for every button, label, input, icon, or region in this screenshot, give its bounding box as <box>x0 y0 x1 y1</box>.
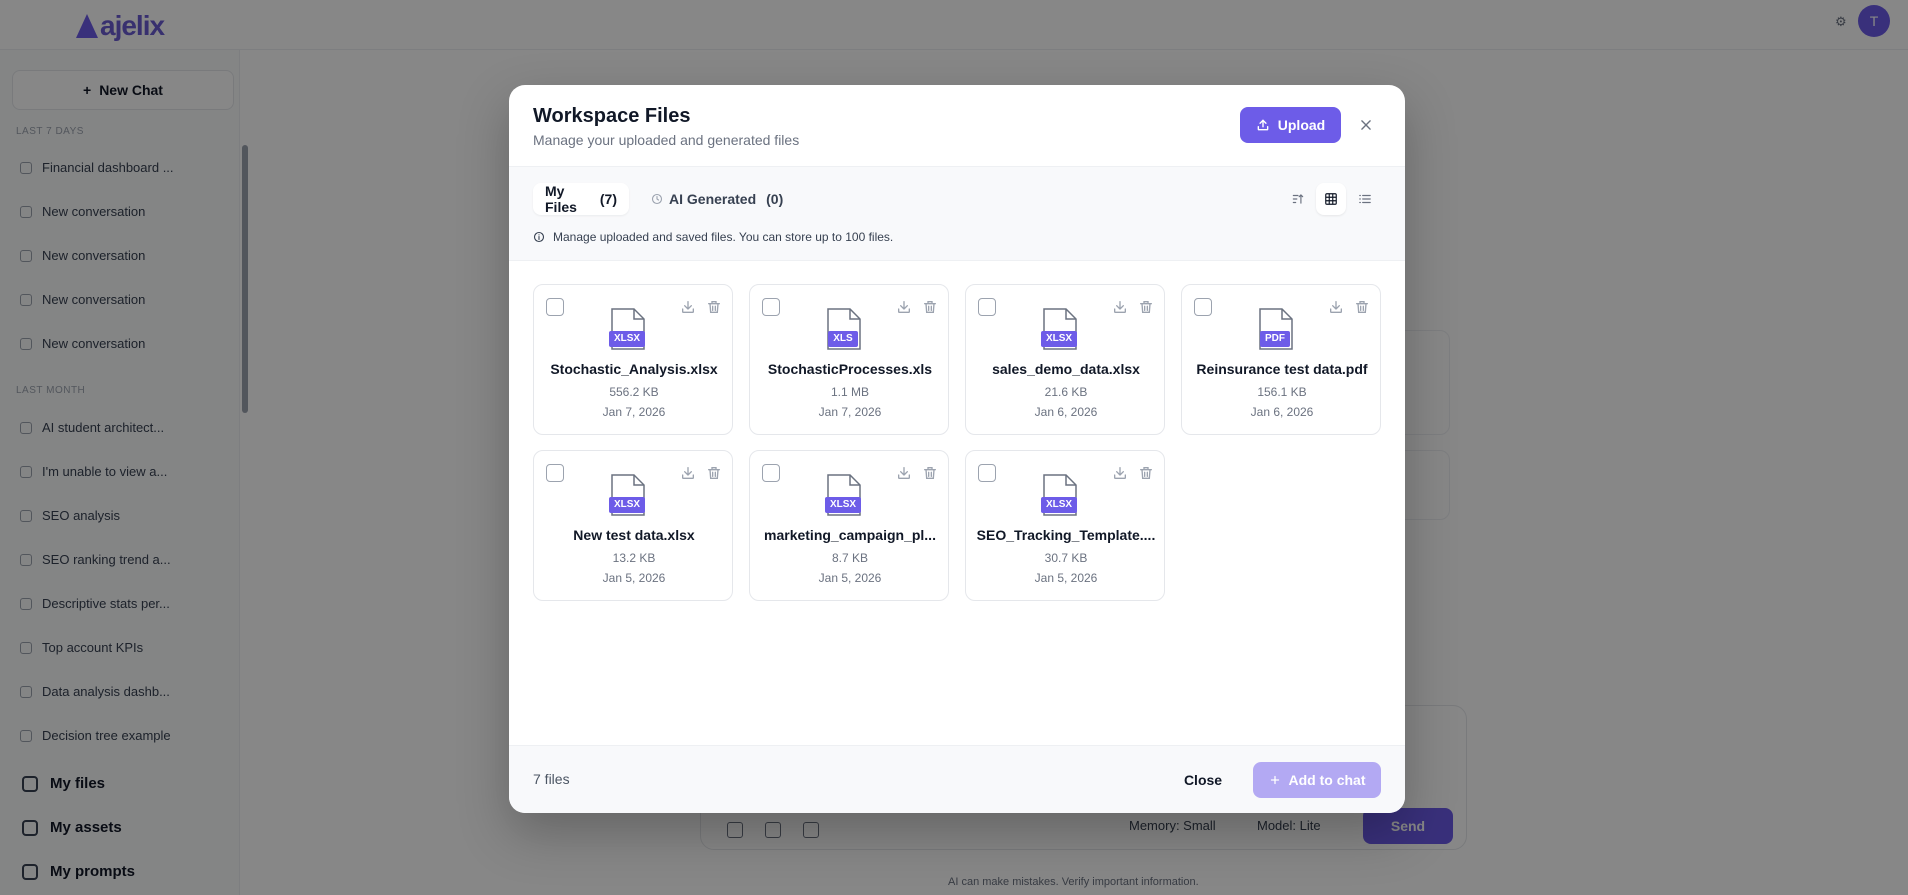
file-type-badge: XLSX <box>609 331 645 347</box>
close-button[interactable]: Close <box>1174 762 1232 798</box>
file-card[interactable]: PDF Reinsurance test data.pdf 156.1 KB J… <box>1181 284 1381 435</box>
file-name: SEO_Tracking_Template.... <box>976 527 1156 543</box>
file-type-badge: XLSX <box>825 497 861 513</box>
modal-header: Workspace Files Manage your uploaded and… <box>509 85 1405 167</box>
file-checkbox[interactable] <box>1194 298 1212 316</box>
download-icon[interactable] <box>896 299 912 315</box>
file-type-badge: PDF <box>1260 331 1290 347</box>
download-icon[interactable] <box>1112 465 1128 481</box>
download-icon[interactable] <box>896 465 912 481</box>
file-name: Reinsurance test data.pdf <box>1196 361 1368 377</box>
file-card[interactable]: XLS StochasticProcesses.xls 1.1 MB Jan 7… <box>749 284 949 435</box>
add-to-chat-button[interactable]: Add to chat <box>1253 762 1381 798</box>
file-checkbox[interactable] <box>762 298 780 316</box>
trash-icon[interactable] <box>1138 299 1154 315</box>
file-card[interactable]: XLSX sales_demo_data.xlsx 21.6 KB Jan 6,… <box>965 284 1165 435</box>
file-size: 30.7 KB <box>1044 551 1088 565</box>
file-date: Jan 5, 2026 <box>818 571 882 585</box>
file-name: StochasticProcesses.xls <box>767 361 933 377</box>
download-icon[interactable] <box>680 299 696 315</box>
file-size: 13.2 KB <box>612 551 656 565</box>
modal-subtitle: Manage your uploaded and generated files <box>533 132 800 148</box>
file-name: sales_demo_data.xlsx <box>992 361 1140 377</box>
modal-title: Workspace Files <box>533 105 691 127</box>
tab-ai-generated[interactable]: AI Generated (0) <box>639 183 795 215</box>
file-checkbox[interactable] <box>978 464 996 482</box>
file-card[interactable]: XLSX New test data.xlsx 13.2 KB Jan 5, 2… <box>533 450 733 601</box>
download-icon[interactable] <box>1328 299 1344 315</box>
upload-icon <box>1257 119 1269 131</box>
file-size: 556.2 KB <box>609 385 659 399</box>
file-size: 8.7 KB <box>831 551 869 565</box>
info-banner: Manage uploaded and saved files. You can… <box>533 230 893 244</box>
file-grid: XLSX Stochastic_Analysis.xlsx 556.2 KB J… <box>533 284 1381 604</box>
download-icon[interactable] <box>1112 299 1128 315</box>
plus-icon <box>1270 775 1279 785</box>
trash-icon[interactable] <box>706 465 722 481</box>
file-date: Jan 7, 2026 <box>818 405 882 419</box>
file-type-badge: XLSX <box>609 497 645 513</box>
workspace-files-modal: Workspace Files Manage your uploaded and… <box>509 85 1405 813</box>
file-checkbox[interactable] <box>546 464 564 482</box>
list-view-button[interactable] <box>1350 183 1380 215</box>
file-size: 156.1 KB <box>1257 385 1307 399</box>
list-icon <box>1359 194 1371 204</box>
trash-icon[interactable] <box>922 299 938 315</box>
file-type-badge: XLS <box>828 331 858 347</box>
file-size: 21.6 KB <box>1044 385 1088 399</box>
tab-my-files[interactable]: My Files (7) <box>533 183 629 215</box>
file-card[interactable]: XLSX Stochastic_Analysis.xlsx 556.2 KB J… <box>533 284 733 435</box>
file-date: Jan 5, 2026 <box>602 571 666 585</box>
trash-icon[interactable] <box>1354 299 1370 315</box>
close-icon[interactable] <box>1354 113 1378 137</box>
grid-view-button[interactable] <box>1316 183 1346 215</box>
sort-icon <box>1292 194 1304 204</box>
history-icon <box>651 193 663 205</box>
file-name: New test data.xlsx <box>573 527 695 543</box>
file-card[interactable]: XLSX marketing_campaign_pl... 8.7 KB Jan… <box>749 450 949 601</box>
file-checkbox[interactable] <box>762 464 780 482</box>
file-card[interactable]: XLSX SEO_Tracking_Template.... 30.7 KB J… <box>965 450 1165 601</box>
file-type-badge: XLSX <box>1041 331 1077 347</box>
file-date: Jan 6, 2026 <box>1250 405 1314 419</box>
modal-toolbar: My Files (7) AI Generated (0) Manage upl… <box>509 167 1405 261</box>
modal-footer: 7 files Close Add to chat <box>509 745 1405 813</box>
sort-button[interactable] <box>1283 183 1313 215</box>
file-date: Jan 5, 2026 <box>1034 571 1098 585</box>
file-size: 1.1 MB <box>830 385 869 399</box>
file-name: Stochastic_Analysis.xlsx <box>550 361 718 377</box>
trash-icon[interactable] <box>922 465 938 481</box>
trash-icon[interactable] <box>706 299 722 315</box>
download-icon[interactable] <box>680 465 696 481</box>
file-type-badge: XLSX <box>1041 497 1077 513</box>
grid-icon <box>1325 193 1337 205</box>
file-date: Jan 7, 2026 <box>602 405 666 419</box>
info-icon <box>533 231 545 243</box>
file-checkbox[interactable] <box>546 298 564 316</box>
trash-icon[interactable] <box>1138 465 1154 481</box>
file-checkbox[interactable] <box>978 298 996 316</box>
file-count: 7 files <box>533 771 570 787</box>
file-date: Jan 6, 2026 <box>1034 405 1098 419</box>
file-name: marketing_campaign_pl... <box>764 527 936 543</box>
upload-button[interactable]: Upload <box>1240 107 1341 143</box>
